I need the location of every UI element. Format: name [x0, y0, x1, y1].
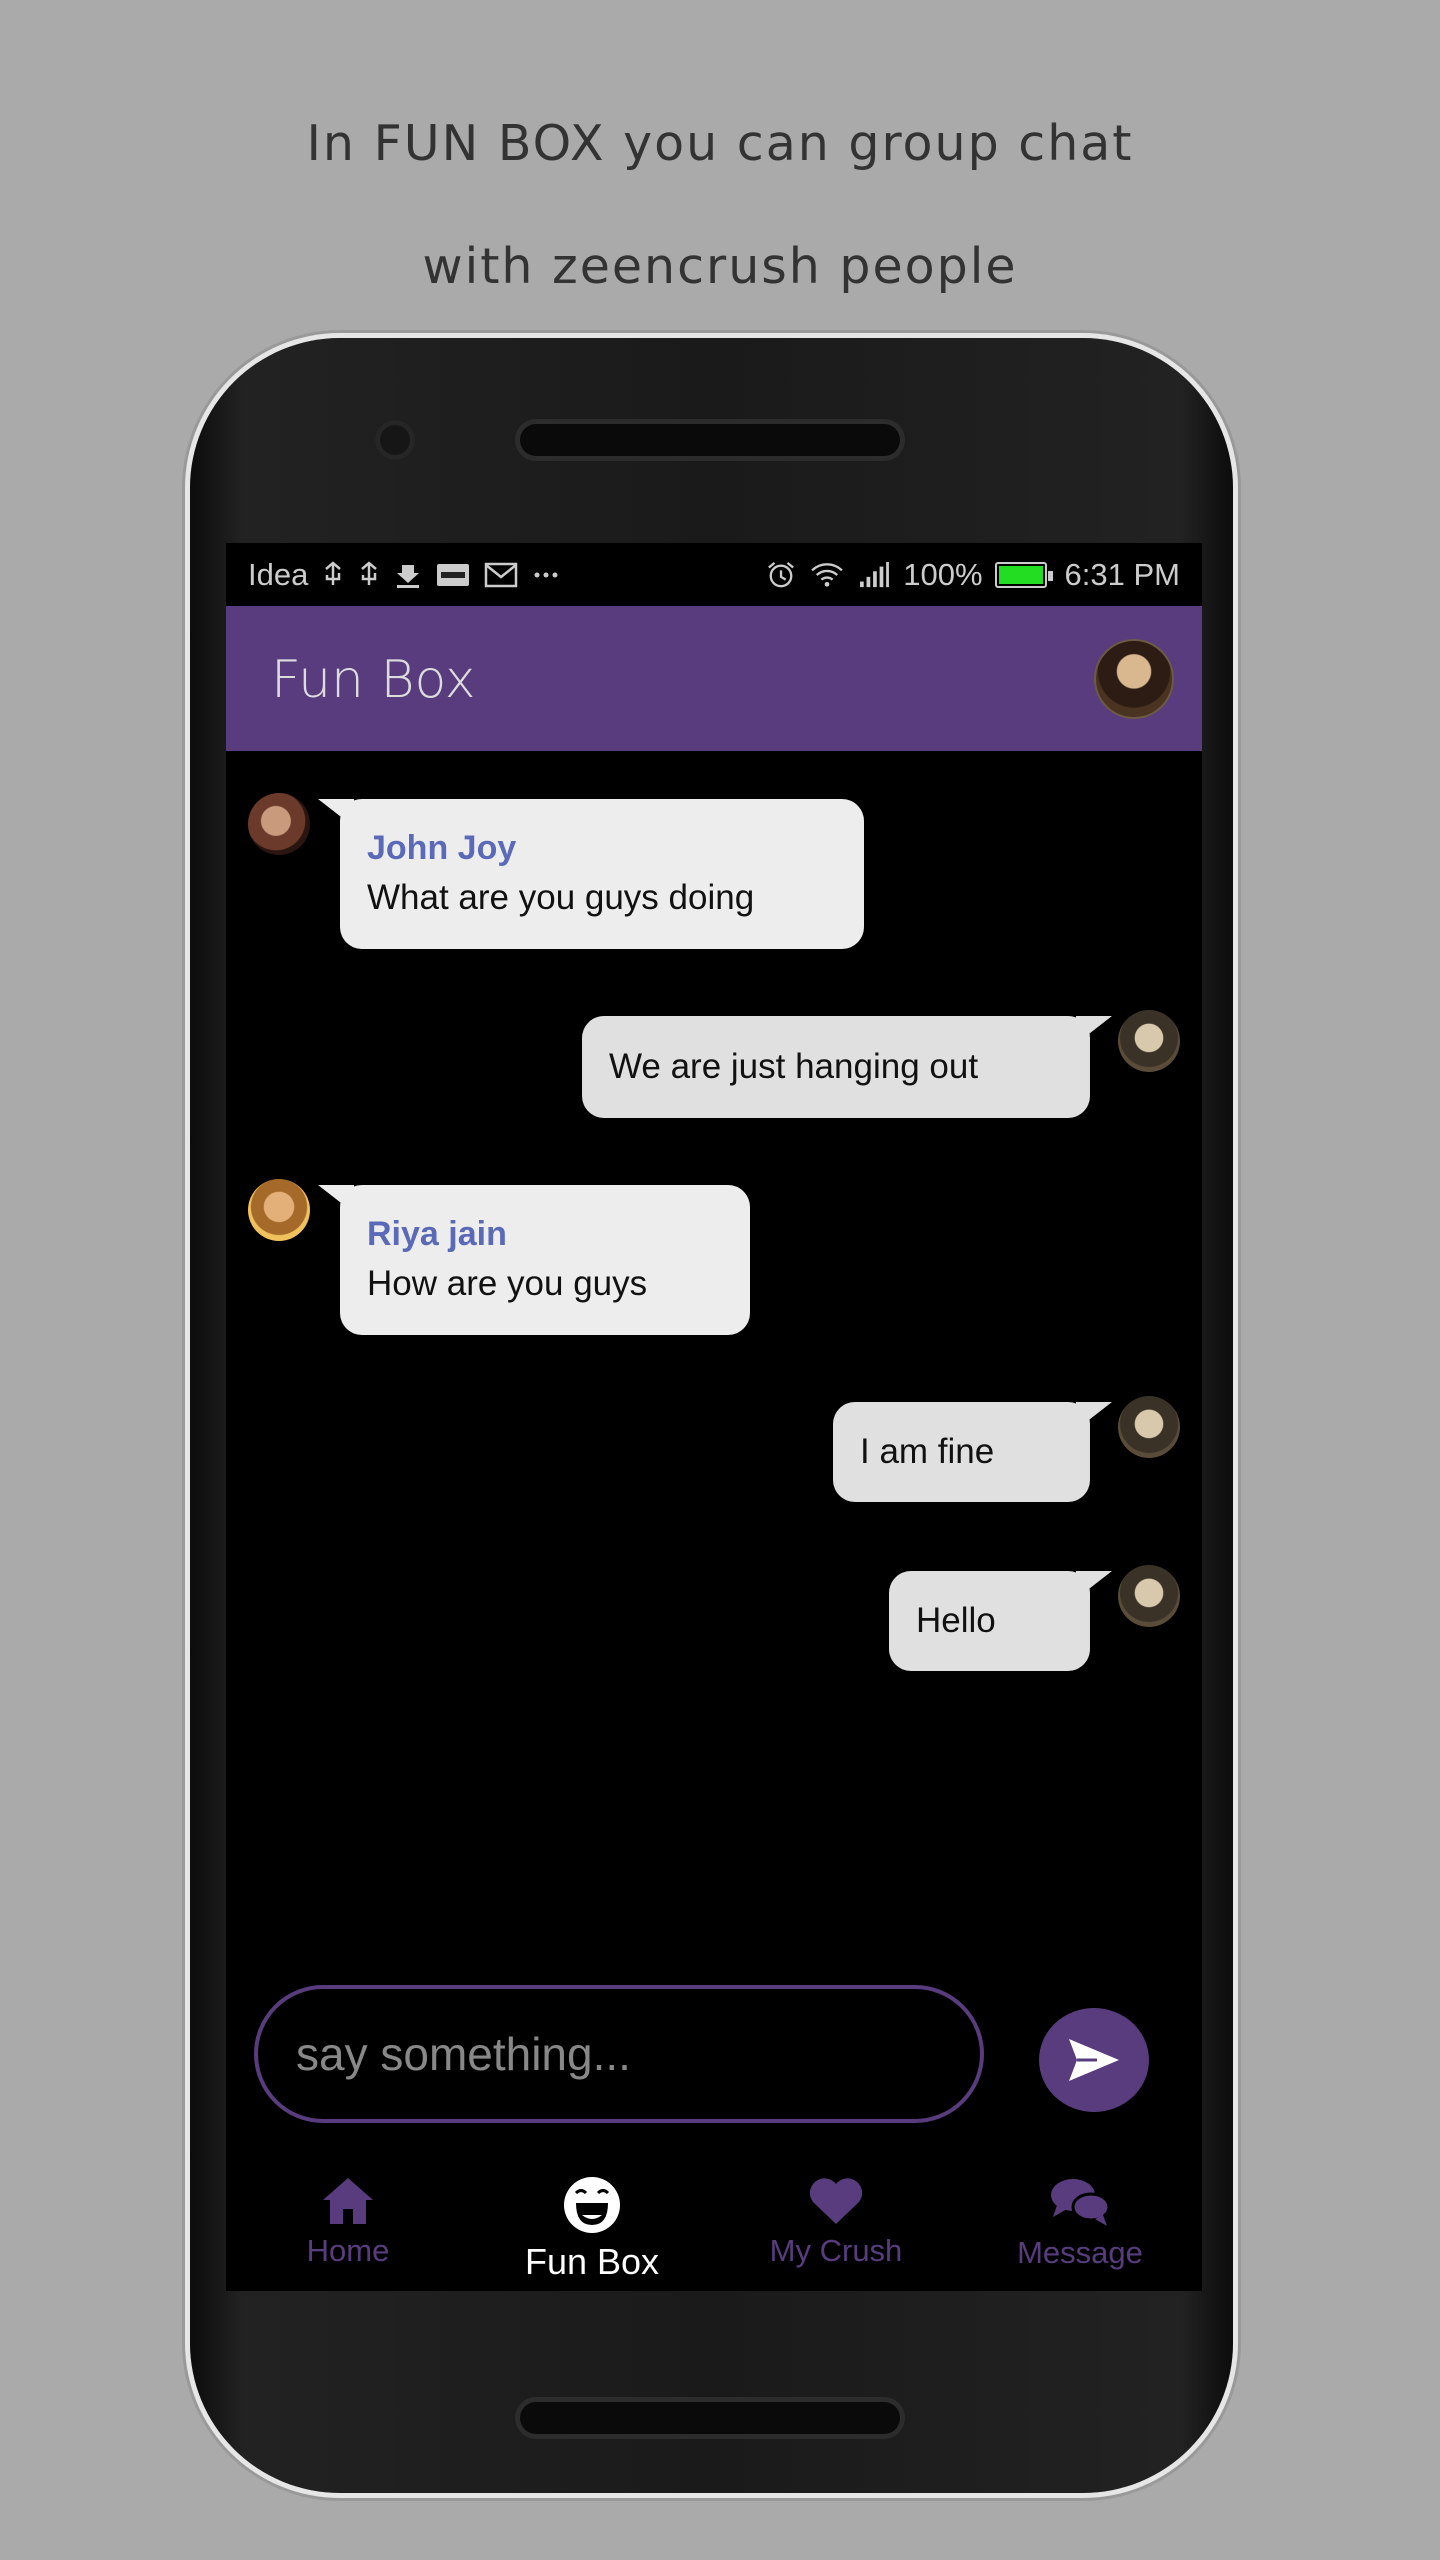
nav-my-crush[interactable]: My Crush: [714, 2163, 958, 2291]
heart-icon: [809, 2178, 863, 2224]
chat-message-outgoing: Hello: [889, 1571, 1112, 1671]
clock: 6:31 PM: [1064, 556, 1180, 592]
battery-fill: [998, 565, 1043, 584]
own-avatar[interactable]: [1118, 1010, 1180, 1072]
nav-label: My Crush: [769, 2233, 903, 2268]
caption-line-1: In FUN BOX you can group chat: [306, 115, 1134, 172]
home-icon: [323, 2178, 373, 2224]
message-input[interactable]: [296, 2027, 942, 2081]
own-avatar[interactable]: [1118, 1396, 1180, 1458]
earpiece-speaker: [520, 424, 900, 456]
paytm-notification-icon: [437, 563, 470, 586]
message-text: What are you guys doing: [367, 878, 755, 917]
nav-label: Fun Box: [524, 2241, 660, 2282]
signal-icon: [860, 561, 890, 587]
chat-message-outgoing: We are just hanging out: [582, 1016, 1112, 1118]
usb-icon: [325, 560, 342, 585]
chat-bubbles-icon: [1051, 2179, 1111, 2226]
nav-label: Home: [306, 2233, 390, 2268]
send-button[interactable]: [1039, 2008, 1149, 2112]
alarm-icon: [768, 561, 795, 587]
wifi-icon: [811, 562, 843, 587]
status-bar: Idea 100% 6:31 PM: [226, 543, 1202, 606]
page-title: Fun Box: [271, 650, 476, 710]
message-text: Hello: [916, 1601, 996, 1640]
usb-icon: [361, 560, 378, 585]
app-bar: Fun Box: [226, 606, 1202, 751]
message-sender: Riya jain: [367, 1215, 507, 1253]
caption-line-2: with zeencrush people: [422, 238, 1018, 295]
chat-message-outgoing: I am fine: [833, 1402, 1112, 1502]
battery-icon: [994, 561, 1053, 588]
nav-label: Message: [1017, 2235, 1143, 2270]
more-notifications-icon: [534, 572, 558, 577]
bottom-navigation: Home Fun Box My Crush Message: [226, 2163, 1202, 2291]
carrier-name: Idea: [248, 556, 309, 592]
laughing-face-icon: [564, 2177, 620, 2233]
message-input-container: [254, 1985, 984, 2123]
nav-message[interactable]: Message: [958, 2163, 1202, 2291]
send-icon: [1069, 2039, 1119, 2081]
sender-avatar[interactable]: [248, 793, 310, 855]
download-icon: [397, 564, 420, 588]
nav-home[interactable]: Home: [226, 2163, 470, 2291]
bottom-speaker: [520, 2402, 900, 2434]
profile-avatar[interactable]: [1094, 639, 1174, 719]
phone-screen: Idea 100% 6:31 PM Fun Box John Joy What …: [226, 543, 1202, 2291]
message-sender: John Joy: [367, 829, 517, 867]
message-text: I am fine: [860, 1432, 995, 1471]
chat-message-incoming: John Joy What are you guys doing: [340, 799, 864, 949]
battery-percent: 100%: [903, 556, 983, 592]
sender-avatar[interactable]: [248, 1179, 310, 1241]
front-camera: [375, 420, 415, 460]
message-text: We are just hanging out: [609, 1047, 979, 1086]
chat-message-incoming: Riya jain How are you guys: [340, 1185, 750, 1335]
nav-fun-box[interactable]: Fun Box: [470, 2163, 714, 2291]
message-text: How are you guys: [367, 1264, 648, 1303]
own-avatar[interactable]: [1118, 1565, 1180, 1627]
mail-icon: [485, 562, 518, 587]
